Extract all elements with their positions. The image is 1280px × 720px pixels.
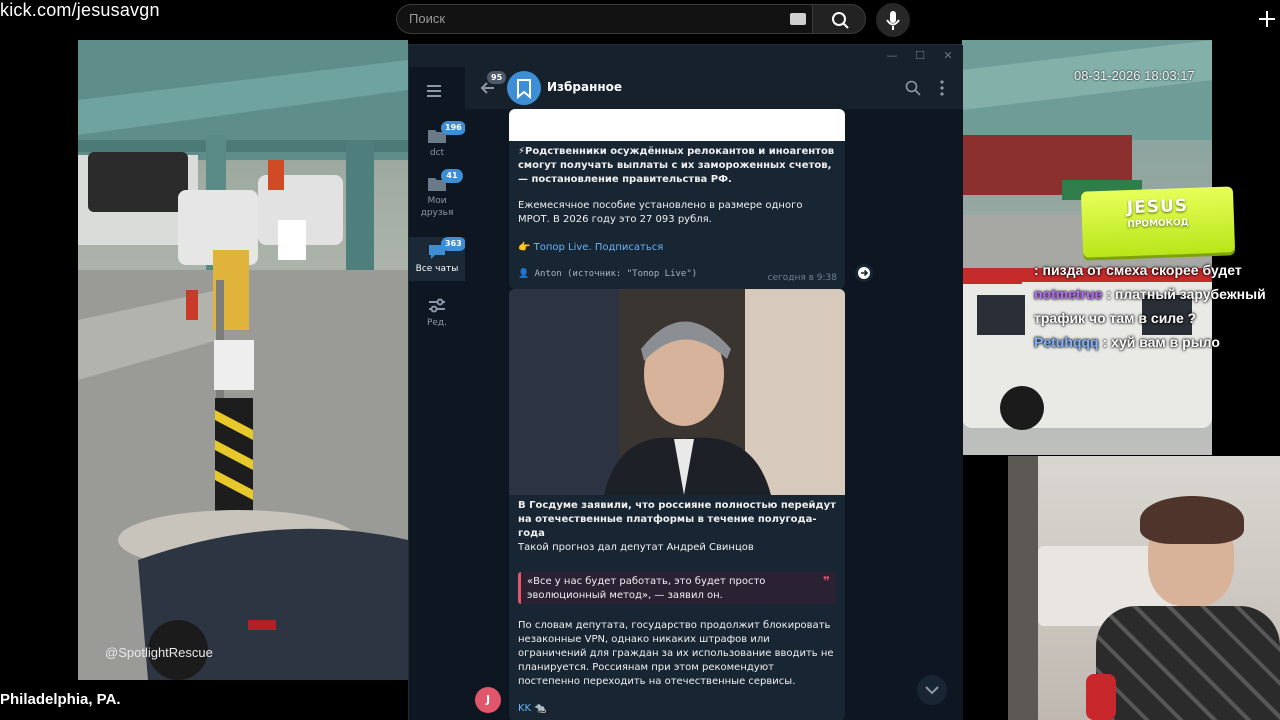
unread-badge: 95	[487, 71, 507, 84]
chat-text: : пизда от смеха скорее будет	[1034, 262, 1242, 278]
search-icon	[832, 12, 849, 29]
message-bubble[interactable]: В Госдуме заявили, что россияне полность…	[509, 289, 845, 720]
webcam-streamer-body	[1096, 606, 1280, 720]
folder-my-friends[interactable]: 41 Мои друзья	[409, 169, 465, 223]
quote-text: «Все у нас будет работать, это будет про…	[527, 576, 766, 601]
message-quote: «Все у нас будет работать, это будет про…	[518, 572, 836, 604]
message-body: По словам депутата, государство продолжи…	[518, 620, 834, 687]
search-icon[interactable]	[905, 80, 921, 96]
forward-arrow-icon	[858, 267, 870, 279]
folder-label: Мои друзья	[420, 196, 454, 218]
microphone-icon	[886, 11, 900, 30]
streamer-webcam	[1008, 456, 1280, 720]
folder-badge: 196	[441, 121, 466, 135]
forward-button[interactable]	[855, 264, 873, 282]
folder-dct[interactable]: 196 dct	[409, 121, 466, 163]
chevron-down-icon	[925, 686, 939, 695]
create-button[interactable]	[1254, 6, 1280, 32]
message-time: сегодня в 9:38	[767, 273, 837, 283]
quote-icon: ❞	[822, 574, 830, 588]
search-placeholder: Поиск	[409, 11, 446, 26]
folder-label: dct	[429, 148, 445, 158]
chat-title[interactable]: Избранное	[547, 80, 622, 94]
scroll-down-button[interactable]	[917, 675, 947, 705]
webcam-microphone	[1086, 674, 1116, 720]
sender-avatar[interactable]: J	[475, 687, 501, 713]
message-headline: ⚡Родственники осуждённых релокантов и ин…	[518, 146, 835, 185]
message-link[interactable]: 👉 Топор Live. Подписаться	[518, 241, 663, 255]
folder-label: Ред.	[426, 318, 448, 328]
folder-badge: 363	[441, 237, 466, 251]
camera-location: Philadelphia, PA.	[0, 691, 121, 708]
telegram-folders-sidebar: 196 dct 41 Мои друзья 363 Все чаты Ред.	[409, 67, 466, 720]
chat-text: : хуй вам в рыло	[1102, 334, 1220, 350]
saved-messages-avatar[interactable]	[507, 71, 541, 105]
bookmark-icon	[517, 79, 531, 100]
stream-chat: : пизда от смеха скорее будет notmetrue …	[1034, 258, 1274, 354]
microphone-button[interactable]	[876, 3, 910, 37]
message-bubble[interactable]: ⚡Родственники осуждённых релокантов и ин…	[509, 109, 845, 289]
chat-username: Petuhqqq	[1034, 334, 1099, 350]
plus-icon	[1259, 11, 1275, 27]
menu-icon[interactable]	[427, 85, 447, 99]
camera-watermark: @SpotlightRescue	[105, 645, 213, 660]
telegram-titlebar: — ☐ ✕	[409, 45, 963, 67]
maximize-button[interactable]: ☐	[913, 49, 927, 63]
camera-timestamp: 08-31-2026 18:03:17	[1074, 68, 1195, 83]
street-camera-feed-left	[78, 40, 408, 680]
street-scene-illustration	[78, 40, 408, 680]
webcam-wall	[1008, 456, 1038, 720]
folder-label: Все чаты	[415, 264, 459, 274]
minimize-button[interactable]: —	[885, 49, 899, 63]
message-image	[509, 109, 845, 141]
message-body: Ежемесячное пособие установлено в размер…	[518, 200, 803, 225]
folder-badge: 41	[441, 169, 463, 183]
message-author: 👤 Anton (источник: "Топор Live")	[518, 269, 698, 279]
chat-message: : пизда от смеха скорее будет	[1034, 258, 1274, 282]
folder-edit[interactable]: Ред.	[409, 293, 465, 333]
message-photo	[509, 289, 845, 495]
message-lead: Такой прогноз дал депутат Андрей Свинцов	[518, 542, 754, 553]
sliders-icon	[429, 298, 445, 313]
folder-all-chats[interactable]: 363 Все чаты	[409, 237, 466, 281]
promo-badge: JESUS ПРОМОКОД	[1080, 186, 1236, 258]
keyboard-icon[interactable]	[790, 13, 806, 25]
photo-illustration	[509, 289, 845, 495]
promo-title: JESUS	[1126, 195, 1189, 219]
chat-message: Petuhqqq : хуй вам в рыло	[1034, 330, 1274, 354]
stream-url[interactable]: kick.com/jesusavgn	[0, 0, 160, 21]
search-input[interactable]: Поиск	[396, 4, 812, 34]
chat-message: notmetrue : платный зарубежный трафик чо…	[1034, 282, 1274, 330]
search-button[interactable]	[812, 4, 866, 34]
more-vertical-icon[interactable]	[939, 79, 945, 97]
next-message-preview: KK 🐀	[518, 703, 547, 714]
telegram-window: — ☐ ✕ 196 dct 41 Мои друзья 363 Все чаты…	[408, 44, 963, 720]
stream-screen: 08-31-2026 18:03:17 @SpotlightRescue Phi…	[0, 0, 1280, 720]
message-headline: В Госдуме заявили, что россияне полность…	[518, 500, 836, 539]
chat-header: 95 Избранное	[465, 67, 963, 109]
close-button[interactable]: ✕	[941, 49, 955, 63]
webcam-streamer-hair	[1140, 496, 1244, 544]
chat-username: notmetrue	[1034, 286, 1103, 302]
message-list[interactable]: ⚡Родственники осуждённых релокантов и ин…	[465, 109, 963, 720]
